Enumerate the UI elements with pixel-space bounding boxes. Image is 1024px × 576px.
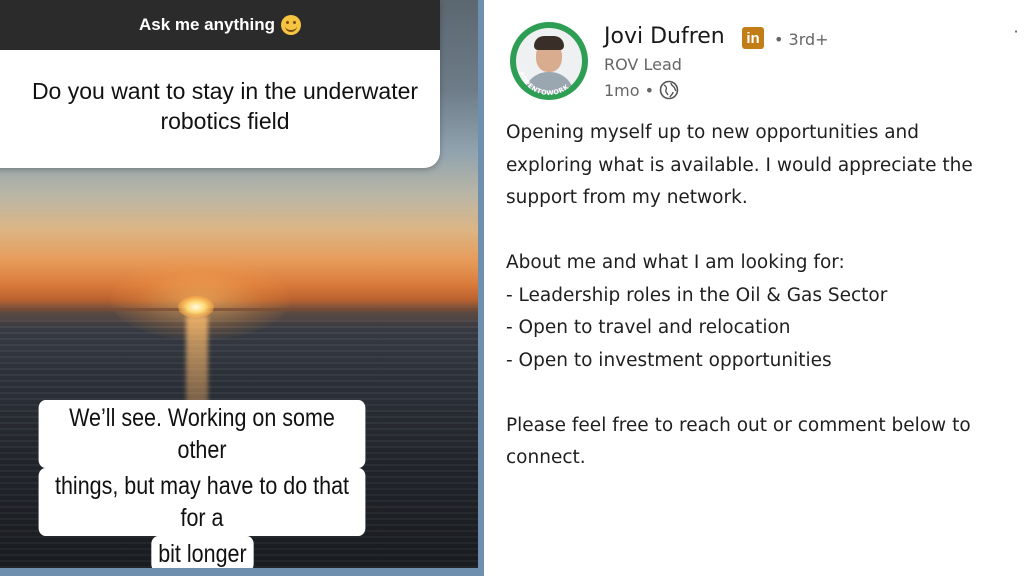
post-line: support from my network.: [506, 187, 748, 208]
question-text: Do you want to stay in the underwater ro…: [0, 50, 440, 168]
svg-text:#OPENTOWORK: #OPENTOWORK: [517, 70, 571, 97]
open-to-work-frame: #OPENTOWORK: [517, 70, 571, 97]
post-time: 1mo: [604, 80, 640, 100]
story-frame-border-bottom: [0, 568, 478, 576]
meta-separator: •: [644, 80, 654, 100]
post-body: Opening myself up to new opportunities a…: [506, 117, 1016, 475]
question-sticker: Ask me anything Do you want to stay in t…: [0, 0, 440, 168]
author-headline: ROV Lead: [604, 55, 682, 74]
reply-line-1: We’ll see. Working on some other: [38, 400, 366, 468]
post-meta: 1mo •: [604, 79, 679, 101]
author-name[interactable]: Jovi Dufren: [604, 24, 725, 49]
connection-degree: • 3rd+: [774, 30, 829, 49]
post-bullet: - Leadership roles in the Oil & Gas Sect…: [506, 284, 888, 306]
premium-badge: in: [742, 27, 764, 49]
post-line: connect.: [506, 447, 586, 468]
overflow-menu-icon[interactable]: ·: [1012, 24, 1020, 40]
post-line: About me and what I am looking for:: [506, 252, 845, 273]
author-avatar[interactable]: #OPENTOWORK: [510, 22, 588, 100]
question-sticker-title: Ask me anything: [138, 15, 276, 34]
linkedin-post: #OPENTOWORK Jovi Dufren in • 3rd+ · ROV …: [484, 0, 1024, 576]
post-bullet: - Open to investment opportunities: [506, 349, 832, 371]
globe-icon: [659, 80, 679, 100]
setting-sun: [178, 296, 214, 318]
post-line: Please feel free to reach out or comment…: [506, 414, 971, 436]
story-reply-caption: We’ll see. Working on some other things,…: [12, 400, 392, 572]
grinning-face-emoji-icon: [281, 15, 302, 35]
post-line: Opening myself up to new opportunities a…: [506, 122, 920, 143]
reply-line-3: bit longer: [150, 536, 254, 572]
open-to-work-label: #OPENTOWORK: [517, 70, 571, 97]
post-bullet: - Open to travel and relocation: [506, 317, 791, 338]
story-panel: Ask me anything Do you want to stay in t…: [0, 0, 478, 576]
horizon-line: [0, 308, 478, 311]
post-line: exploring what is available. I would app…: [506, 154, 973, 176]
question-sticker-header: Ask me anything: [0, 0, 440, 50]
reply-line-2: things, but may have to do that for a: [38, 468, 366, 536]
